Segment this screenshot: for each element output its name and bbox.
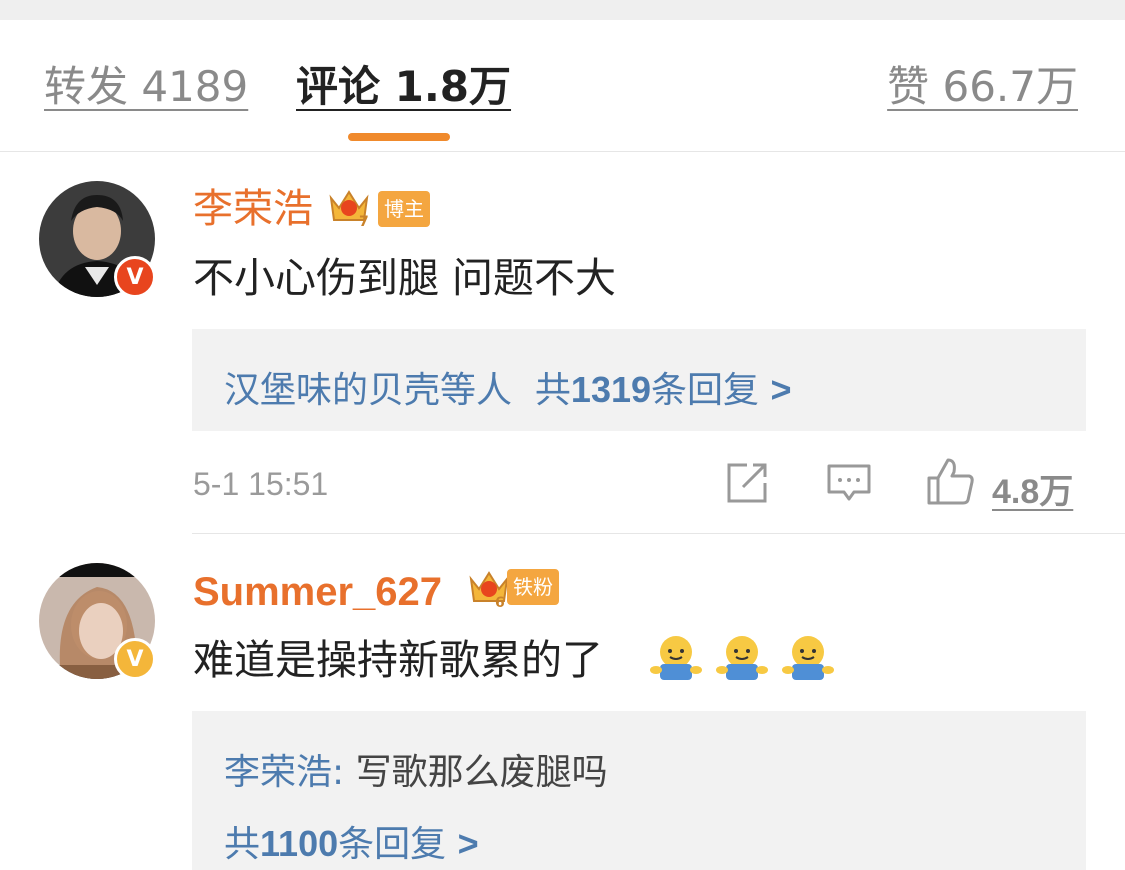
hug-emoji-icon — [650, 636, 702, 680]
tab-repost[interactable]: 转发 4189 — [44, 66, 248, 108]
comment-text: 难道是操持新歌累的了 — [193, 636, 603, 684]
tab-likes[interactable]: 赞 66.7万 — [887, 66, 1078, 108]
comment-text: 不小心伤到腿 问题不大 — [193, 254, 617, 302]
repost-icon[interactable] — [725, 461, 769, 505]
tab-bar: 转发 4189 评论 1.8万 赞 66.7万 — [0, 20, 1125, 152]
comment-timestamp: 5-1 15:51 — [193, 466, 329, 502]
hug-emoji-icon — [782, 636, 834, 680]
badge-blogger-tag: 博主 — [378, 191, 430, 227]
reply-author-link[interactable]: 李荣浩 — [224, 752, 332, 793]
verified-badge-icon: V — [114, 256, 156, 298]
svg-text:7: 7 — [359, 214, 369, 228]
crown-icon: 6 — [469, 571, 509, 609]
reply-preview-box[interactable]: 汉堡味的贝壳等人 共1319条回复 > — [192, 329, 1086, 431]
like-icon[interactable] — [926, 456, 976, 506]
reply-summary-link[interactable]: 汉堡味的贝壳等人 共1319条回复 > — [224, 361, 792, 413]
reply-preview-box[interactable]: 李荣浩: 写歌那么废腿吗 共1100条回复 > — [192, 711, 1086, 870]
reply-summary-link[interactable]: 共1100条回复 > — [224, 815, 479, 867]
like-count[interactable]: 4.8万 — [992, 464, 1073, 513]
comment-username[interactable]: Summer_627 — [193, 572, 442, 612]
crown-icon: 7 — [329, 190, 369, 228]
chevron-right-icon: > — [770, 369, 792, 410]
verified-badge-icon: V — [114, 638, 156, 680]
tab-comments[interactable]: 评论 1.8万 — [296, 66, 511, 108]
chevron-right-icon: > — [457, 823, 479, 864]
comment-username[interactable]: 李荣浩 — [193, 189, 313, 229]
status-bar-strip — [0, 0, 1125, 20]
badge-iron-fan-tag: 铁粉 — [507, 569, 559, 605]
active-tab-indicator — [348, 133, 450, 141]
reply-preview-line: 李荣浩: 写歌那么废腿吗 — [224, 752, 608, 793]
hug-emoji-icon — [716, 636, 768, 680]
reply-text: 写歌那么废腿吗 — [344, 752, 608, 793]
comment-icon[interactable] — [826, 463, 872, 503]
svg-text:6: 6 — [495, 595, 505, 609]
comment-divider — [192, 533, 1125, 534]
